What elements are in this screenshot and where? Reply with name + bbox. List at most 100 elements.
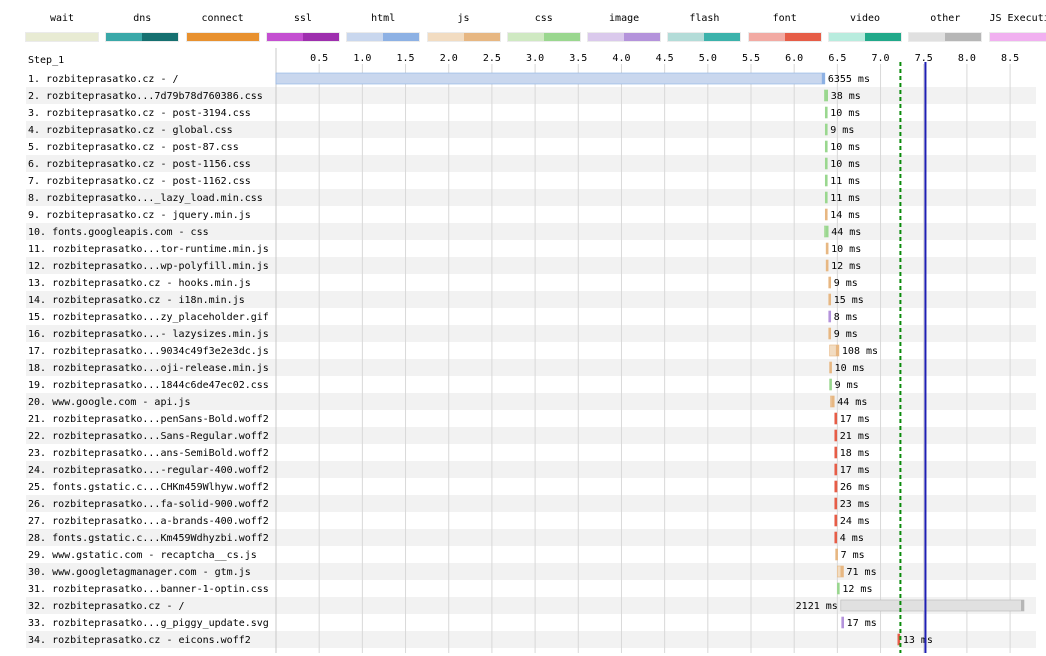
request-label[interactable]: 17. rozbiteprasatko...9034c49f3e2e3dc.js [28, 346, 269, 357]
request-label[interactable]: 9. rozbiteprasatko.cz - jquery.min.js [28, 210, 251, 221]
legend-item-css: css [506, 12, 582, 42]
request-duration-label: 13 ms [903, 635, 933, 646]
request-label[interactable]: 22. rozbiteprasatko...Sans-Regular.woff2 [28, 431, 269, 442]
x-tick-label: 6.5 [828, 53, 846, 64]
request-label[interactable]: 7. rozbiteprasatko.cz - post-1162.css [28, 176, 251, 187]
legend-swatch [185, 32, 260, 42]
request-bar-download [840, 566, 844, 577]
request-duration-label: 10 ms [830, 142, 860, 153]
request-bar-download [825, 209, 828, 220]
request-label[interactable]: 29. www.gstatic.com - recaptcha__cs.js [28, 550, 257, 561]
request-label[interactable]: 6. rozbiteprasatko.cz - post-1156.css [28, 159, 251, 170]
request-label[interactable]: 12. rozbiteprasatko...wp-polyfill.min.js [28, 261, 269, 272]
request-bar-download [829, 379, 832, 390]
legend-item-font: font [747, 12, 823, 42]
request-duration-label: 38 ms [831, 91, 861, 102]
request-label[interactable]: 18. rozbiteprasatko...oji-release.min.js [28, 363, 269, 374]
request-bar-download [834, 498, 837, 509]
request-bar-download [825, 141, 828, 152]
request-label[interactable]: 5. rozbiteprasatko.cz - post-87.css [28, 142, 239, 153]
request-bar-download [829, 362, 832, 373]
x-tick-label: 0.5 [310, 53, 328, 64]
x-tick-label: 1.5 [397, 53, 415, 64]
request-label[interactable]: 20. www.google.com - api.js [28, 397, 191, 408]
legend-label: ssl [293, 13, 312, 24]
request-duration-label: 6355 ms [828, 74, 870, 85]
request-label[interactable]: 19. rozbiteprasatko...1844c6de47ec02.css [28, 380, 269, 391]
legend-item-video: video [827, 12, 903, 42]
request-bar-download [825, 124, 828, 135]
request-duration-label: 11 ms [830, 176, 860, 187]
request-bar-download [835, 345, 839, 356]
request-label[interactable]: 3. rozbiteprasatko.cz - post-3194.css [28, 108, 251, 119]
request-label[interactable]: 25. fonts.gstatic.c...CHKm459Wlhyw.woff2 [28, 482, 269, 493]
request-label[interactable]: 28. fonts.gstatic.c...Km459Wdhyzbi.woff2 [28, 533, 269, 544]
legend-label: JS Execution [989, 13, 1046, 24]
legend-label: other [930, 13, 961, 24]
legend-swatch [747, 32, 822, 42]
request-duration-label: 7 ms [841, 550, 865, 561]
request-duration-label: 24 ms [840, 516, 870, 527]
request-label[interactable]: 15. rozbiteprasatko...zy_placeholder.gif [28, 312, 269, 323]
request-bar-download [826, 260, 829, 271]
request-bar [275, 72, 826, 85]
request-label[interactable]: 24. rozbiteprasatko...-regular-400.woff2 [28, 465, 269, 476]
request-label[interactable]: 33. rozbiteprasatko...g_piggy_update.svg [28, 618, 269, 629]
legend-label: css [534, 13, 553, 24]
request-duration-label: 9 ms [834, 278, 858, 289]
request-bar-download [834, 413, 837, 424]
request-duration-label: 15 ms [834, 295, 864, 306]
request-bar-download [834, 430, 837, 441]
request-bar-download [841, 617, 844, 628]
request-label[interactable]: 8. rozbiteprasatko..._lazy_load.min.css [28, 193, 263, 204]
request-bar-download [821, 73, 825, 84]
request-label[interactable]: 31. rozbiteprasatko...banner-1-optin.css [28, 584, 269, 595]
request-bar-download [828, 311, 831, 322]
x-tick-label: 5.0 [699, 53, 717, 64]
x-tick-label: 2.5 [483, 53, 501, 64]
x-tick-label: 4.0 [612, 53, 630, 64]
legend-swatch [506, 32, 581, 42]
legend-swatch [346, 32, 421, 42]
request-duration-label: 71 ms [846, 567, 876, 578]
request-bar-download [834, 447, 837, 458]
request-bar-download [826, 243, 829, 254]
request-bar-download [834, 464, 837, 475]
request-label[interactable]: 21. rozbiteprasatko...penSans-Bold.woff2 [28, 414, 269, 425]
legend-item-connect: connect [185, 12, 261, 42]
legend-label: image [609, 13, 640, 24]
request-label[interactable]: 26. rozbiteprasatko...fa-solid-900.woff2 [28, 499, 269, 510]
legend-swatch [587, 32, 662, 42]
x-tick-label: 4.5 [656, 53, 674, 64]
request-duration-label: 9 ms [834, 329, 858, 340]
request-duration-label: 17 ms [840, 414, 870, 425]
request-label[interactable]: 30. www.googletagmanager.com - gtm.js [28, 567, 251, 578]
legend-item-flash: flash [666, 12, 742, 42]
request-label[interactable]: 13. rozbiteprasatko.cz - hooks.min.js [28, 278, 251, 289]
request-label[interactable]: 32. rozbiteprasatko.cz - / [28, 601, 185, 612]
request-label[interactable]: 2. rozbiteprasatko...7d79b78d760386.css [28, 91, 263, 102]
x-tick-label: 1.0 [353, 53, 371, 64]
request-bar-download [828, 328, 831, 339]
request-duration-label: 11 ms [830, 193, 860, 204]
legend-swatch [988, 32, 1046, 42]
request-duration-label: 12 ms [831, 261, 861, 272]
legend-item-js-execution: JS Execution [988, 12, 1046, 42]
request-bar-download [828, 277, 831, 288]
request-label[interactable]: 27. rozbiteprasatko...a-brands-400.woff2 [28, 516, 269, 527]
request-label[interactable]: 23. rozbiteprasatko...ans-SemiBold.woff2 [28, 448, 269, 459]
request-bar-download [834, 515, 837, 526]
request-label[interactable]: 16. rozbiteprasatko...- lazysizes.min.js [28, 329, 269, 340]
legend-swatch [828, 32, 902, 42]
request-label[interactable]: 14. rozbiteprasatko.cz - i18n.min.js [28, 295, 245, 306]
request-label[interactable]: 4. rozbiteprasatko.cz - global.css [28, 125, 233, 136]
request-label[interactable]: 34. rozbiteprasatko.cz - eicons.woff2 [28, 635, 251, 646]
request-label[interactable]: 10. fonts.googleapis.com - css [28, 227, 209, 238]
legend-label: wait [49, 13, 75, 24]
legend-swatch [667, 32, 742, 42]
request-duration-label: 44 ms [831, 227, 861, 238]
legend-swatch [908, 32, 983, 42]
request-label[interactable]: 1. rozbiteprasatko.cz - / [28, 74, 179, 85]
request-label[interactable]: 11. rozbiteprasatko...tor-runtime.min.js [28, 244, 269, 255]
request-bar-download [831, 396, 835, 407]
